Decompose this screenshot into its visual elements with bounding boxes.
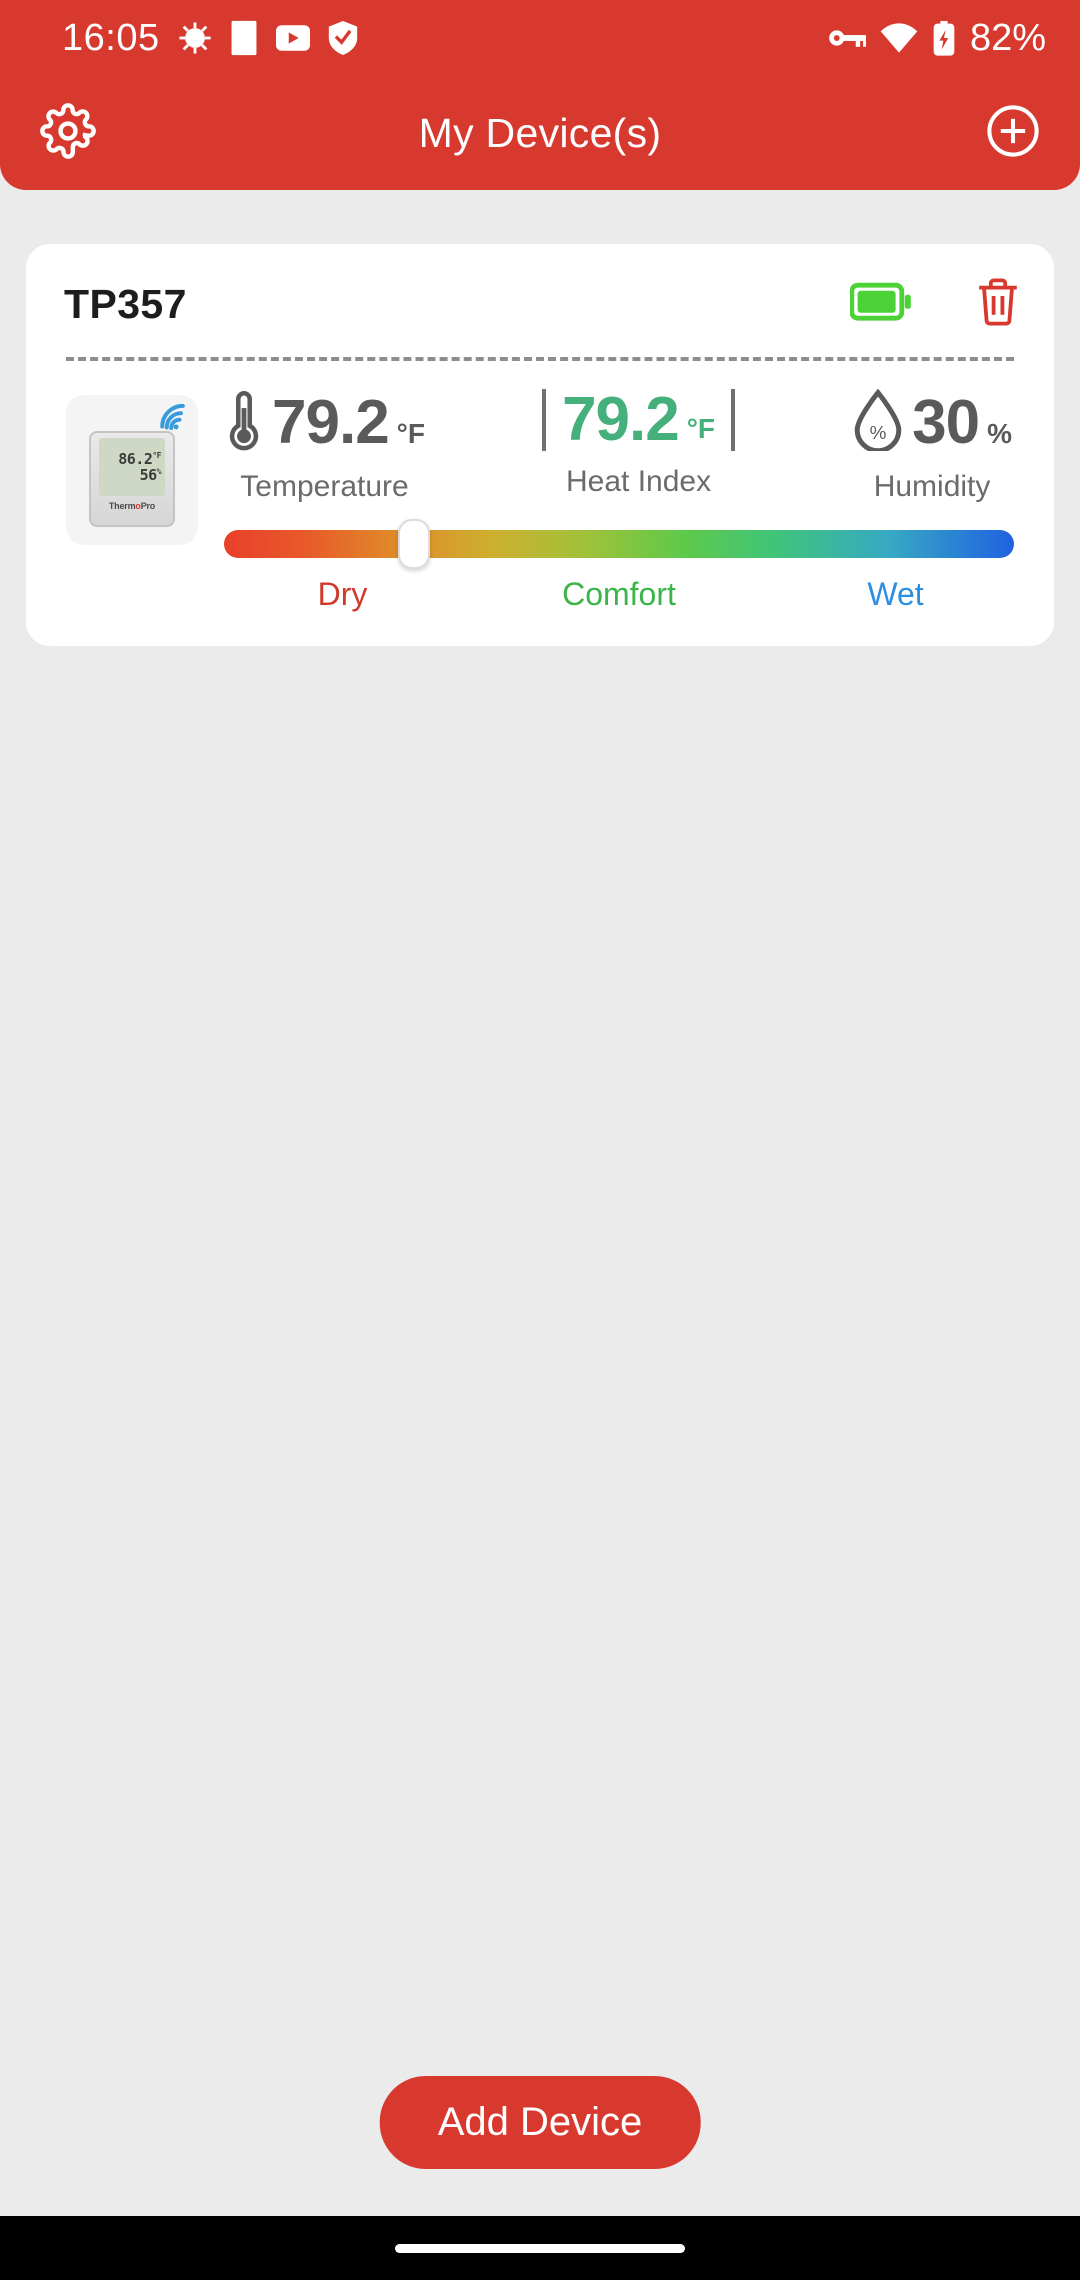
metric-humidity: % 30 % Humidity [852, 387, 1012, 504]
status-bar-left: 16:05 [62, 17, 358, 60]
comfort-slider[interactable] [224, 519, 1014, 569]
temperature-value: 79.2 [272, 387, 390, 457]
device-lcd: 86.2°F 56% [99, 438, 165, 496]
home-indicator[interactable] [395, 2243, 685, 2253]
status-bar: 16:05 82% [0, 0, 1080, 76]
device-card-actions [849, 278, 1020, 331]
comfort-label-dry: Dry [317, 576, 368, 612]
readings-column: 79.2 °F Temperature 79.2 °F Heat Index %… [224, 389, 1018, 616]
add-device-header-button[interactable] [986, 104, 1040, 163]
shield-check-icon [328, 21, 358, 55]
battery-percentage: 82% [969, 16, 1046, 59]
device-thumbnail: 86.2°F 56% ThermoPro [66, 395, 198, 545]
vpn-key-icon [828, 26, 866, 50]
metric-heat-index: 79.2 °F Heat Index [542, 385, 736, 499]
device-card-body: 86.2°F 56% ThermoPro 79.2 °F Temperature… [56, 361, 1024, 616]
metrics-row: 79.2 °F Temperature 79.2 °F Heat Index %… [224, 389, 1018, 504]
page-title: My Device(s) [418, 109, 662, 156]
humidity-drop-icon: % [852, 388, 904, 456]
heat-index-left-rule [542, 389, 547, 451]
lcd-temperature-row: 86.2°F [118, 449, 161, 468]
comfort-slider-wrap: Dry Comfort Wet [224, 519, 1018, 616]
android-debug-icon [178, 21, 212, 55]
status-bar-clock: 16:05 [62, 16, 160, 59]
wifi-icon [880, 23, 918, 53]
heat-index-value: 79.2 [562, 385, 680, 454]
temperature-unit: °F [396, 418, 425, 449]
humidity-unit: % [987, 418, 1012, 449]
system-navigation-bar [0, 2216, 1080, 2280]
plus-circle-icon [986, 104, 1040, 163]
youtube-icon [275, 25, 310, 51]
metric-temperature: 79.2 °F Temperature [224, 389, 425, 504]
comfort-label-wet: Wet [867, 576, 924, 612]
heat-index-unit: °F [686, 413, 716, 444]
device-photo: 86.2°F 56% ThermoPro [89, 431, 175, 527]
status-bar-right: 82% [828, 17, 1046, 60]
svg-text:%: % [870, 423, 887, 444]
device-card-header: TP357 [56, 272, 1024, 331]
app-bar: My Device(s) [0, 76, 1080, 190]
battery-full-icon [849, 282, 912, 327]
app-square-icon [230, 19, 258, 57]
humidity-value: 30 [912, 387, 980, 457]
add-device-button[interactable]: Add Device [379, 2076, 701, 2169]
thermometer-icon [224, 389, 264, 456]
heat-index-label: Heat Index [566, 465, 712, 498]
gear-icon [40, 102, 96, 164]
comfort-slider-labels: Dry Comfort Wet [224, 576, 1014, 616]
settings-button[interactable] [40, 102, 96, 164]
device-brand-label: ThermoPro [108, 501, 156, 511]
comfort-slider-thumb[interactable] [397, 519, 430, 569]
comfort-label-comfort: Comfort [562, 576, 676, 612]
heat-index-right-rule [731, 389, 736, 451]
trash-icon[interactable] [976, 278, 1020, 331]
humidity-label: Humidity [873, 470, 991, 503]
device-name: TP357 [64, 281, 187, 327]
device-card[interactable]: TP357 86.2°F 56% ThermoPro 79.2 °F Tempe… [26, 244, 1054, 646]
temperature-label: Temperature [240, 470, 409, 503]
battery-charging-icon [932, 20, 956, 56]
lcd-humidity-row: 56% [139, 465, 162, 484]
